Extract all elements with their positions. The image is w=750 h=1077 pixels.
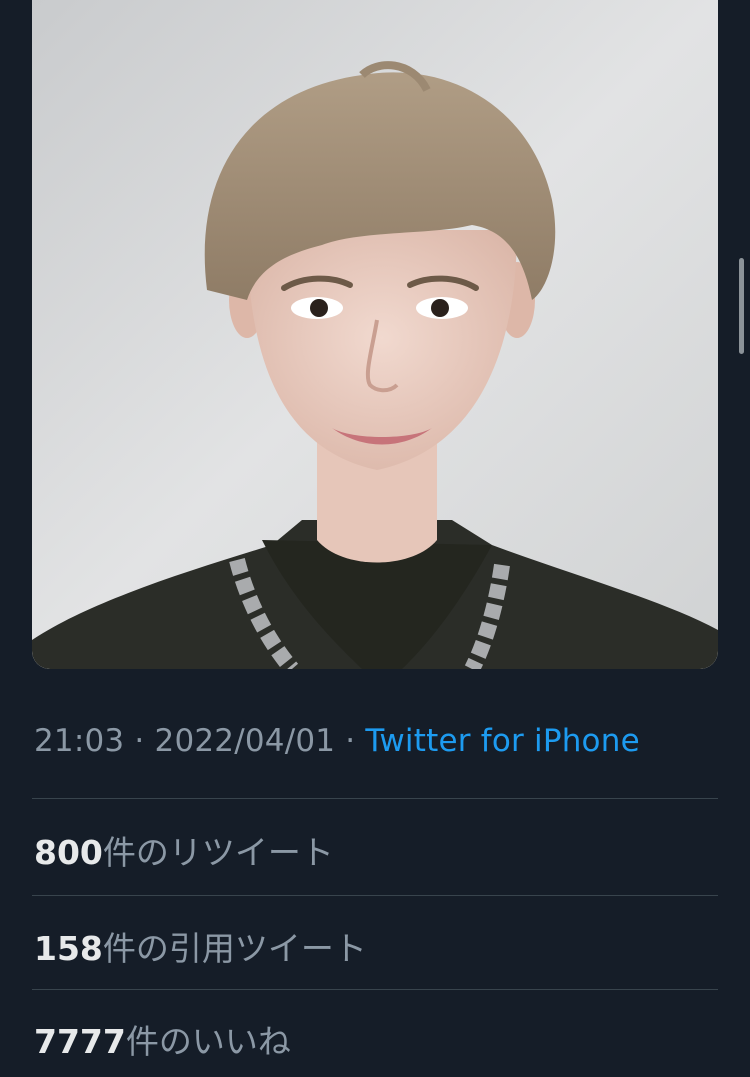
divider [32, 989, 718, 990]
scrollbar[interactable] [739, 258, 744, 354]
tweet-photo[interactable] [32, 0, 718, 669]
tweet-date[interactable]: 2022/04/01 [155, 723, 336, 759]
meta-separator: · [335, 723, 366, 759]
stat-label: 件のいいね [125, 1022, 291, 1061]
tweet-time: 21:03 [34, 723, 125, 759]
tweet-source-link[interactable]: Twitter for iPhone [365, 723, 639, 759]
stat-number: 7777 [34, 1022, 126, 1061]
stat-label: 件の引用ツイート [102, 929, 367, 968]
tweet-metadata: 21:03 · 2022/04/01 · Twitter for iPhone [34, 723, 640, 759]
quote-tweets-count[interactable]: 158件の引用ツイート [34, 922, 367, 970]
likes-count[interactable]: 7777件のいいね [34, 1015, 291, 1063]
retweets-count[interactable]: 800件のリツイート [34, 826, 334, 874]
divider [32, 798, 718, 799]
selfie-image [32, 0, 718, 669]
meta-separator: · [124, 723, 155, 759]
stat-number: 158 [34, 929, 103, 968]
stat-label: 件のリツイート [102, 833, 334, 872]
stat-number: 800 [34, 833, 103, 872]
divider [32, 895, 718, 896]
